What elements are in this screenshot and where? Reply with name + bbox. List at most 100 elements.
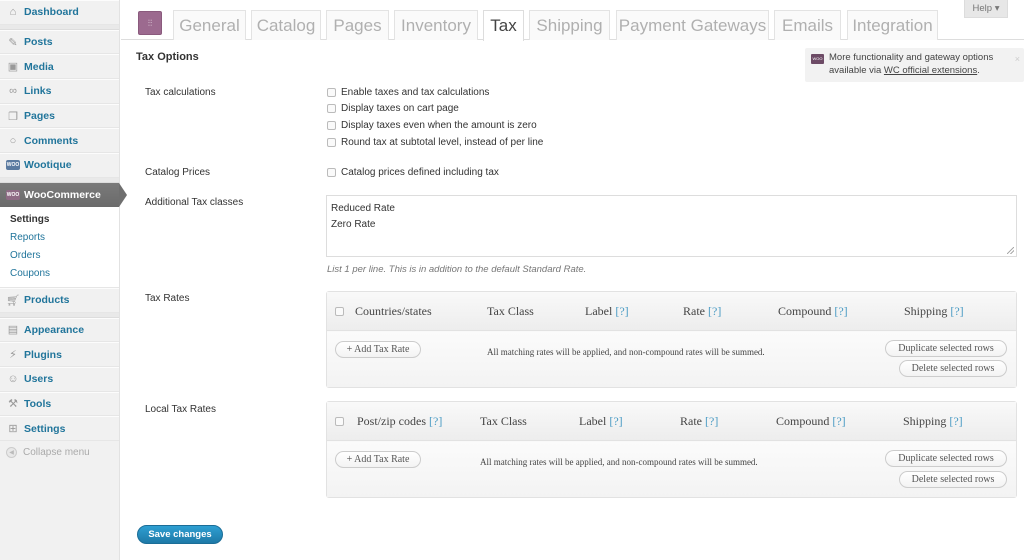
posts-icon: ✎: [8, 36, 18, 49]
main-content: ⫶⫶ General Catalog Pages Inventory Tax S…: [121, 0, 1024, 560]
tab-general[interactable]: General: [173, 10, 246, 40]
tax-classes-textarea[interactable]: Reduced Rate Zero Rate: [326, 195, 1017, 257]
sidebar-item-label: Links: [24, 85, 52, 98]
add-tax-rate-button[interactable]: + Add Tax Rate: [335, 341, 421, 358]
close-icon[interactable]: ×: [1015, 53, 1020, 66]
option-display-zero[interactable]: Display taxes even when the amount is ze…: [327, 118, 537, 132]
sidebar-item-appearance[interactable]: ▤ Appearance: [0, 317, 119, 343]
woocommerce-logo-icon: ⫶⫶: [138, 11, 162, 35]
sidebar-item-dashboard[interactable]: ⌂ Dashboard: [0, 0, 119, 25]
tab-integration[interactable]: Integration: [847, 10, 938, 40]
save-changes-button[interactable]: Save changes: [137, 525, 223, 544]
sidebar-item-wootique[interactable]: WOO Wootique: [0, 153, 119, 178]
collapse-menu-button[interactable]: ◀ Collapse menu: [0, 441, 119, 465]
sidebar-item-woocommerce[interactable]: WOO WooCommerce: [0, 182, 127, 207]
sidebar-item-label: Pages: [24, 110, 55, 123]
help-tip-icon[interactable]: [?]: [429, 414, 442, 428]
duplicate-rows-button[interactable]: Duplicate selected rows: [885, 340, 1007, 357]
extensions-notice: WOO More functionality and gateway optio…: [805, 48, 1024, 82]
sidebar-item-users[interactable]: ☺ Users: [0, 366, 119, 392]
help-tip-icon[interactable]: [?]: [615, 304, 628, 318]
column-header-tax-class: Tax Class: [487, 304, 534, 318]
display-taxes-cart-checkbox[interactable]: [327, 103, 336, 113]
collapse-arrow-icon: ◀: [6, 447, 17, 459]
sidebar-item-label: Posts: [24, 36, 53, 49]
wc-extensions-link[interactable]: WC official extensions: [884, 65, 977, 76]
sidebar-item-label: Tools: [24, 397, 52, 410]
sidebar-item-comments[interactable]: ○ Comments: [0, 128, 119, 154]
help-button[interactable]: Help ▾: [964, 0, 1008, 18]
sidebar-item-products[interactable]: 🛒︎ Products: [0, 287, 119, 313]
option-round-subtotal[interactable]: Round tax at subtotal level, instead of …: [327, 135, 543, 149]
select-all-checkbox[interactable]: [335, 307, 344, 316]
sidebar-item-media[interactable]: ▣ Media: [0, 54, 119, 80]
column-header-shipping: Shipping [?]: [904, 304, 964, 318]
help-tip-icon[interactable]: [?]: [832, 414, 845, 428]
collapse-menu-label: Collapse menu: [23, 447, 90, 459]
submenu-item-reports[interactable]: Reports: [0, 229, 119, 247]
duplicate-rows-button[interactable]: Duplicate selected rows: [885, 450, 1007, 467]
catalog-prices-label: Catalog Prices: [145, 167, 211, 178]
sidebar-item-links[interactable]: ∞ Links: [0, 79, 119, 104]
add-local-tax-rate-button[interactable]: + Add Tax Rate: [335, 451, 421, 468]
sidebar-item-tools[interactable]: ⚒ Tools: [0, 391, 119, 417]
delete-rows-button[interactable]: Delete selected rows: [899, 360, 1007, 377]
app: ⌂ Dashboard ✎ Posts ▣ Media ∞ Links ❐ Pages ○…: [0, 0, 1024, 560]
help-tip-icon[interactable]: [?]: [834, 304, 847, 318]
submenu-item-orders[interactable]: Orders: [0, 247, 119, 265]
column-header-postcodes: Post/zip codes [?]: [357, 414, 443, 428]
sidebar-item-pages[interactable]: ❐ Pages: [0, 103, 119, 129]
media-icon: ▣: [7, 61, 19, 74]
tab-catalog[interactable]: Catalog: [251, 10, 321, 40]
sidebar-item-label: Wootique: [24, 159, 72, 172]
woo-icon: WOO: [811, 54, 824, 64]
sidebar-item-plugins[interactable]: ⚡︎ Plugins: [0, 342, 119, 367]
tax-calculations-label: Tax calculations: [145, 87, 216, 98]
table-footer: + Add Tax Rate All matching rates will b…: [327, 332, 1016, 387]
submenu-item-coupons[interactable]: Coupons: [0, 265, 119, 283]
sidebar-item-label: Dashboard: [24, 6, 79, 19]
sidebar-item-settings[interactable]: ⊞ Settings: [0, 416, 119, 441]
round-tax-subtotal-checkbox[interactable]: [327, 137, 336, 147]
column-header-shipping: Shipping [?]: [903, 414, 963, 428]
column-header-countries: Countries/states: [355, 304, 432, 318]
woo-icon: WOO: [6, 160, 20, 171]
tab-pages[interactable]: Pages: [326, 10, 389, 40]
resize-grip-icon[interactable]: [1007, 247, 1014, 254]
users-icon: ☺: [7, 373, 19, 386]
sidebar-item-label: Plugins: [24, 348, 62, 361]
delete-rows-button[interactable]: Delete selected rows: [899, 471, 1007, 488]
display-taxes-zero-checkbox[interactable]: [327, 120, 336, 130]
woocommerce-submenu: Settings Reports Orders Coupons: [0, 206, 119, 288]
submenu-item-settings[interactable]: Settings: [0, 211, 119, 229]
tab-emails[interactable]: Emails: [774, 10, 841, 40]
help-tip-icon[interactable]: [?]: [705, 414, 718, 428]
sidebar-item-posts[interactable]: ✎ Posts: [0, 29, 119, 55]
tab-tax[interactable]: Tax: [483, 10, 524, 41]
column-header-compound: Compound [?]: [776, 414, 846, 428]
option-catalog-incl-tax[interactable]: Catalog prices defined including tax: [327, 165, 499, 179]
tax-classes-hint: List 1 per line. This is in addition to …: [327, 264, 587, 275]
select-all-checkbox[interactable]: [335, 417, 344, 426]
enable-taxes-checkbox[interactable]: [327, 87, 336, 97]
settings-icon: ⊞: [8, 423, 18, 436]
option-display-cart[interactable]: Display taxes on cart page: [327, 101, 459, 115]
help-tip-icon[interactable]: [?]: [950, 304, 963, 318]
help-tip-icon[interactable]: [?]: [708, 304, 721, 318]
local-tax-rates-label: Local Tax Rates: [145, 404, 216, 415]
column-header-rate: Rate [?]: [683, 304, 722, 318]
option-enable-taxes[interactable]: Enable taxes and tax calculations: [327, 85, 489, 99]
pages-icon: ❐: [8, 110, 18, 123]
sidebar-item-label: Comments: [24, 134, 79, 147]
woo-icon: WOO: [6, 189, 20, 200]
tab-shipping[interactable]: Shipping: [529, 10, 610, 40]
table-header: Countries/states Tax Class Label [?] Rat…: [327, 292, 1016, 331]
catalog-prices-incl-tax-checkbox[interactable]: [327, 167, 336, 177]
help-tip-icon[interactable]: [?]: [949, 414, 962, 428]
comments-icon: ○: [9, 134, 17, 147]
local-tax-rates-table: Post/zip codes [?] Tax Class Label [?] R…: [326, 401, 1017, 498]
tab-payment-gateways[interactable]: Payment Gateways: [616, 10, 769, 40]
help-tip-icon[interactable]: [?]: [609, 414, 622, 428]
tab-inventory[interactable]: Inventory: [394, 10, 478, 40]
tax-classes-label: Additional Tax classes: [145, 197, 244, 208]
